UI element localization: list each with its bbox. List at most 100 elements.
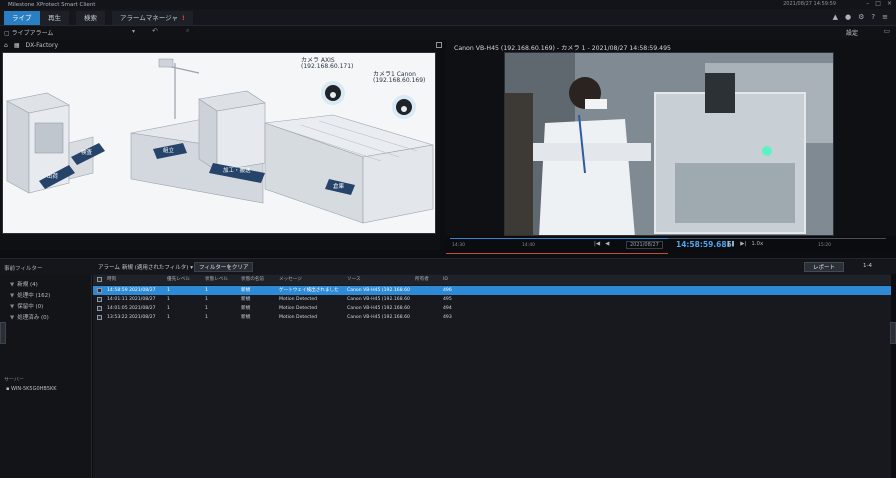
tab-playback[interactable]: 再生 xyxy=(40,11,69,25)
filter-text: 新規 (適用されたフィルタ) xyxy=(122,265,189,271)
view-selector[interactable]: ▢ ライブアラーム xyxy=(4,28,53,37)
table-row[interactable]: 13:53:22 2021/08/27 1 1 新規 Motion Detect… xyxy=(93,313,891,322)
view-icon: ▢ xyxy=(4,30,12,37)
minimize-pane-icon[interactable]: ▭ xyxy=(883,27,890,35)
factory-map[interactable]: カメラ AXIS (192.168.60.171) カメラ1 Canon (19… xyxy=(2,52,436,234)
row-checkbox[interactable] xyxy=(97,297,102,302)
cell-priority: 1 xyxy=(167,288,170,293)
undo-icon[interactable]: ↶ xyxy=(152,27,158,35)
tab-live[interactable]: ライブ xyxy=(4,11,40,25)
column-header[interactable]: 状態レベル xyxy=(205,275,228,284)
timeline[interactable]: 14:30 14:40 |◀ ◀ 2021/08/27 14:58:59.685… xyxy=(446,236,896,254)
row-checkbox[interactable] xyxy=(97,288,102,293)
up-arrow-icon[interactable]: ▲ xyxy=(833,13,838,21)
cell-message: Motion Detected xyxy=(279,297,318,302)
cell-priority: 1 xyxy=(167,315,170,320)
title-bar: Milestone XProtect Smart Client 2021/08/… xyxy=(0,0,896,9)
maximize-icon[interactable]: □ xyxy=(875,0,881,7)
label-processing: 加工・搬送 xyxy=(223,168,251,174)
view-name: ライブアラーム xyxy=(11,30,54,37)
date-picker[interactable]: 2021/08/27 xyxy=(626,241,663,249)
row-checkbox[interactable] xyxy=(97,315,102,320)
filter-icon: ▼ xyxy=(10,315,15,321)
column-header[interactable]: 所有者 xyxy=(415,275,429,284)
user-icon[interactable]: ● xyxy=(845,13,851,21)
filter-closed[interactable]: ▼ 処理済み (0) xyxy=(10,313,49,321)
column-header[interactable]: 状態の名前 xyxy=(241,275,264,284)
server-item[interactable]: ▪ WIN-5K5G0HB5KK xyxy=(6,386,57,392)
cell-time: 14:01:05 2021/08/27 xyxy=(107,306,156,311)
camera-axis-ip: (192.168.60.171) xyxy=(301,63,354,70)
table-row[interactable]: 14:01:11 2021/08/27 1 1 新規 Motion Detect… xyxy=(93,295,891,304)
column-header[interactable]: ID xyxy=(443,275,448,284)
column-header[interactable]: ソース xyxy=(347,275,361,284)
tick-label: 14:40 xyxy=(522,243,535,248)
pause-icon[interactable]: ❚❚ xyxy=(726,241,735,247)
table-header: 時刻 優先レベル 状態レベル 状態の名前 メッセージ ソース 所有者 ID xyxy=(93,275,891,285)
play-reverse-icon[interactable]: ◀ xyxy=(605,241,609,247)
filter-closed-label: 処理済み (0) xyxy=(17,315,49,321)
label-inspection: 検査 xyxy=(81,150,93,156)
gear-icon[interactable]: ⚙ xyxy=(858,13,864,21)
cell-time: 13:53:22 2021/08/27 xyxy=(107,315,156,320)
filter-icon: ▼ xyxy=(10,282,15,288)
step-back-icon[interactable]: |◀ xyxy=(594,241,600,247)
label-shipping: 出荷 xyxy=(47,174,59,180)
filter-on-hold[interactable]: ▼ 保留中 (0) xyxy=(10,302,43,310)
column-header[interactable]: メッセージ xyxy=(279,275,302,284)
map-caption: ⌂ ▦ DX-Factory xyxy=(4,42,58,49)
filter-icon: ▼ xyxy=(10,293,15,299)
step-forward-icon[interactable]: ▶| xyxy=(740,241,746,247)
cell-message: ゲートウェイ検出されました xyxy=(279,288,339,293)
factory-illustration xyxy=(6,58,434,224)
time-readout: 14:58:59.685 xyxy=(676,240,732,249)
minimize-icon[interactable]: – xyxy=(866,0,869,7)
cell-message: Motion Detected xyxy=(279,315,318,320)
filter-in-progress[interactable]: ▼ 処理中 (162) xyxy=(10,291,50,299)
filter-new[interactable]: ▼ 新規 (4) xyxy=(10,280,38,288)
close-icon[interactable]: × xyxy=(887,0,892,7)
camera-canon-ip: (192.168.60.169) xyxy=(373,77,426,84)
maximize-pane-icon[interactable] xyxy=(436,42,442,48)
help-icon[interactable]: ? xyxy=(871,13,875,21)
tab-search[interactable]: 検索 xyxy=(76,11,105,25)
menu-icon[interactable]: ≡ xyxy=(882,13,888,21)
chevron-down-icon: ▾ xyxy=(190,265,193,271)
camera-canon-icon[interactable] xyxy=(392,95,416,119)
alert-badge: ! xyxy=(181,14,185,22)
column-header[interactable]: 優先レベル xyxy=(167,275,190,284)
report-button[interactable]: レポート xyxy=(803,262,844,272)
filter-dropdown[interactable]: 新規 (適用されたフィルタ) ▾ xyxy=(122,263,193,271)
home-icon[interactable]: ⌂ xyxy=(4,42,8,49)
filter-new-label: 新規 (4) xyxy=(17,282,38,288)
cell-source: Canon VB-H45 (192.168.60 xyxy=(347,288,410,293)
tab-search-label: 検索 xyxy=(84,14,97,22)
label-warehouse: 倉庫 xyxy=(333,184,345,190)
speed-label[interactable]: 1.0x xyxy=(751,241,763,247)
server-section-label: サーバー xyxy=(4,377,24,383)
tab-alarm-manager[interactable]: アラームマネージャ! xyxy=(112,11,193,25)
window-controls: – □ × xyxy=(866,0,892,7)
camera-video[interactable] xyxy=(504,52,834,236)
setup-button[interactable]: 設定 xyxy=(846,28,858,37)
clear-filter-button[interactable]: フィルターをクリア xyxy=(194,262,254,272)
camera-axis-icon[interactable] xyxy=(321,81,345,105)
filter-in-progress-label: 処理中 (162) xyxy=(17,293,51,299)
collapse-left-handle[interactable] xyxy=(0,322,6,344)
row-checkbox[interactable] xyxy=(97,306,102,311)
search-icon[interactable]: ⌕ xyxy=(186,27,189,35)
cell-state-name: 新規 xyxy=(241,306,251,311)
table-row[interactable]: 14:58:59 2021/08/27 1 1 新規 ゲートウェイ検出されました… xyxy=(93,286,891,295)
table-row[interactable]: 14:01:05 2021/08/27 1 1 新規 Motion Detect… xyxy=(93,304,891,313)
app-title: Milestone XProtect Smart Client xyxy=(8,1,96,8)
tab-alarm-manager-label: アラームマネージャ xyxy=(120,14,178,22)
column-header[interactable]: 時刻 xyxy=(107,275,116,284)
select-all-checkbox[interactable] xyxy=(97,277,102,282)
chevron-down-icon[interactable]: ▾ xyxy=(132,28,135,35)
alarm-label: アラーム xyxy=(98,265,120,271)
alarm-filter-sidebar: ▼ 新規 (4) ▼ 処理中 (162) ▼ 保留中 (0) ▼ 処理済み (0) サー… xyxy=(0,274,92,478)
collapse-right-handle[interactable] xyxy=(890,322,896,344)
workstation-right xyxy=(264,114,434,224)
page-indicator: 1-4 xyxy=(863,263,872,269)
playback-controls-left: |◀ ◀ xyxy=(594,241,609,247)
